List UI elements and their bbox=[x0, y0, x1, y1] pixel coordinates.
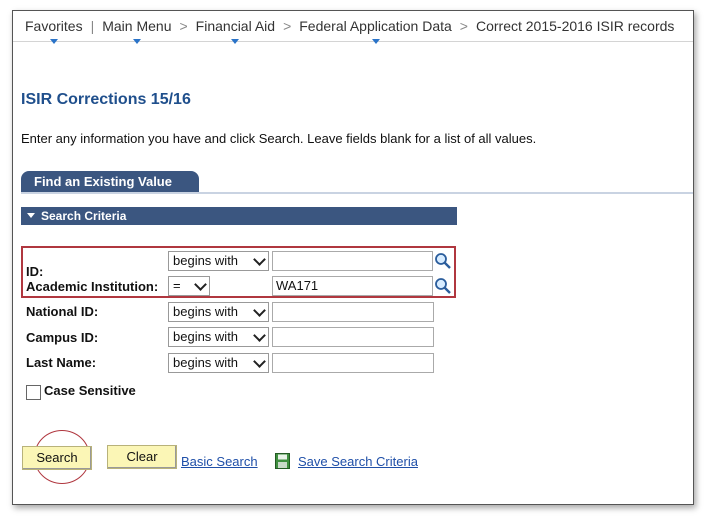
chevron-down-icon bbox=[253, 253, 266, 266]
instructions-text: Enter any information you have and click… bbox=[21, 131, 537, 146]
nav-main-menu-label: Main Menu bbox=[102, 18, 172, 34]
campus-id-operator-value: begins with bbox=[173, 329, 239, 344]
last-name-operator-value: begins with bbox=[173, 355, 239, 370]
breadcrumb-nav: Favorites | Main Menu > Financial Aid > … bbox=[13, 11, 693, 44]
national-id-operator-value: begins with bbox=[173, 304, 239, 319]
last-name-operator-select[interactable]: begins with bbox=[168, 353, 269, 373]
nav-financial-aid[interactable]: Financial Aid bbox=[190, 18, 281, 44]
academic-institution-label: Academic Institution: bbox=[26, 279, 159, 294]
academic-institution-lookup-icon[interactable] bbox=[434, 277, 452, 295]
breadcrumb-separator-icon: > bbox=[459, 18, 468, 34]
last-name-input[interactable] bbox=[272, 353, 434, 373]
id-operator-select[interactable]: begins with bbox=[168, 251, 269, 271]
nav-divider: | bbox=[90, 18, 95, 34]
campus-id-input[interactable] bbox=[272, 327, 434, 347]
academic-institution-operator-select[interactable]: = bbox=[168, 276, 210, 296]
breadcrumb-separator-icon: > bbox=[283, 18, 292, 34]
chevron-down-icon bbox=[194, 278, 207, 291]
national-id-input[interactable] bbox=[272, 302, 434, 322]
financial-aid-dropdown-icon bbox=[231, 39, 240, 44]
breadcrumb-separator-icon: > bbox=[179, 18, 188, 34]
search-button[interactable]: Search bbox=[22, 446, 92, 470]
case-sensitive-label: Case Sensitive bbox=[44, 383, 136, 398]
basic-search-link[interactable]: Basic Search bbox=[181, 454, 258, 469]
app-window: Favorites | Main Menu > Financial Aid > … bbox=[12, 10, 694, 505]
campus-id-label: Campus ID: bbox=[26, 330, 99, 345]
tab-divider bbox=[21, 192, 693, 194]
collapse-triangle-icon bbox=[27, 213, 35, 218]
academic-institution-operator-value: = bbox=[173, 278, 181, 293]
nav-favorites[interactable]: Favorites bbox=[19, 18, 89, 44]
main-menu-dropdown-icon bbox=[132, 39, 141, 44]
id-input[interactable] bbox=[272, 251, 433, 271]
search-criteria-label: Search Criteria bbox=[41, 209, 127, 223]
nav-federal-application-data[interactable]: Federal Application Data bbox=[293, 18, 458, 44]
id-operator-value: begins with bbox=[173, 253, 239, 268]
clear-button[interactable]: Clear bbox=[107, 445, 177, 469]
national-id-operator-select[interactable]: begins with bbox=[168, 302, 269, 322]
nav-federal-application-data-label: Federal Application Data bbox=[299, 18, 452, 34]
favorites-dropdown-icon bbox=[49, 39, 58, 44]
campus-id-operator-select[interactable]: begins with bbox=[168, 327, 269, 347]
page-title: ISIR Corrections 15/16 bbox=[21, 91, 191, 108]
search-criteria-header[interactable]: Search Criteria bbox=[21, 207, 457, 225]
federal-application-data-dropdown-icon bbox=[371, 39, 380, 44]
save-criteria-icon[interactable] bbox=[275, 453, 290, 469]
chevron-down-icon bbox=[253, 304, 266, 317]
last-name-label: Last Name: bbox=[26, 355, 97, 370]
nav-correct-isir-records[interactable]: Correct 2015-2016 ISIR records bbox=[470, 18, 680, 34]
id-lookup-icon[interactable] bbox=[434, 252, 452, 270]
save-search-criteria-link[interactable]: Save Search Criteria bbox=[298, 454, 418, 469]
tab-find-existing-value[interactable]: Find an Existing Value bbox=[21, 171, 199, 193]
national-id-label: National ID: bbox=[26, 304, 99, 319]
academic-institution-input[interactable]: WA171 bbox=[272, 276, 433, 296]
chevron-down-icon bbox=[253, 355, 266, 368]
nav-correct-isir-records-label: Correct 2015-2016 ISIR records bbox=[475, 18, 675, 34]
case-sensitive-checkbox[interactable] bbox=[26, 385, 41, 400]
nav-main-menu[interactable]: Main Menu bbox=[96, 18, 177, 44]
nav-favorites-label: Favorites bbox=[25, 18, 83, 34]
chevron-down-icon bbox=[253, 329, 266, 342]
nav-financial-aid-label: Financial Aid bbox=[195, 18, 276, 34]
